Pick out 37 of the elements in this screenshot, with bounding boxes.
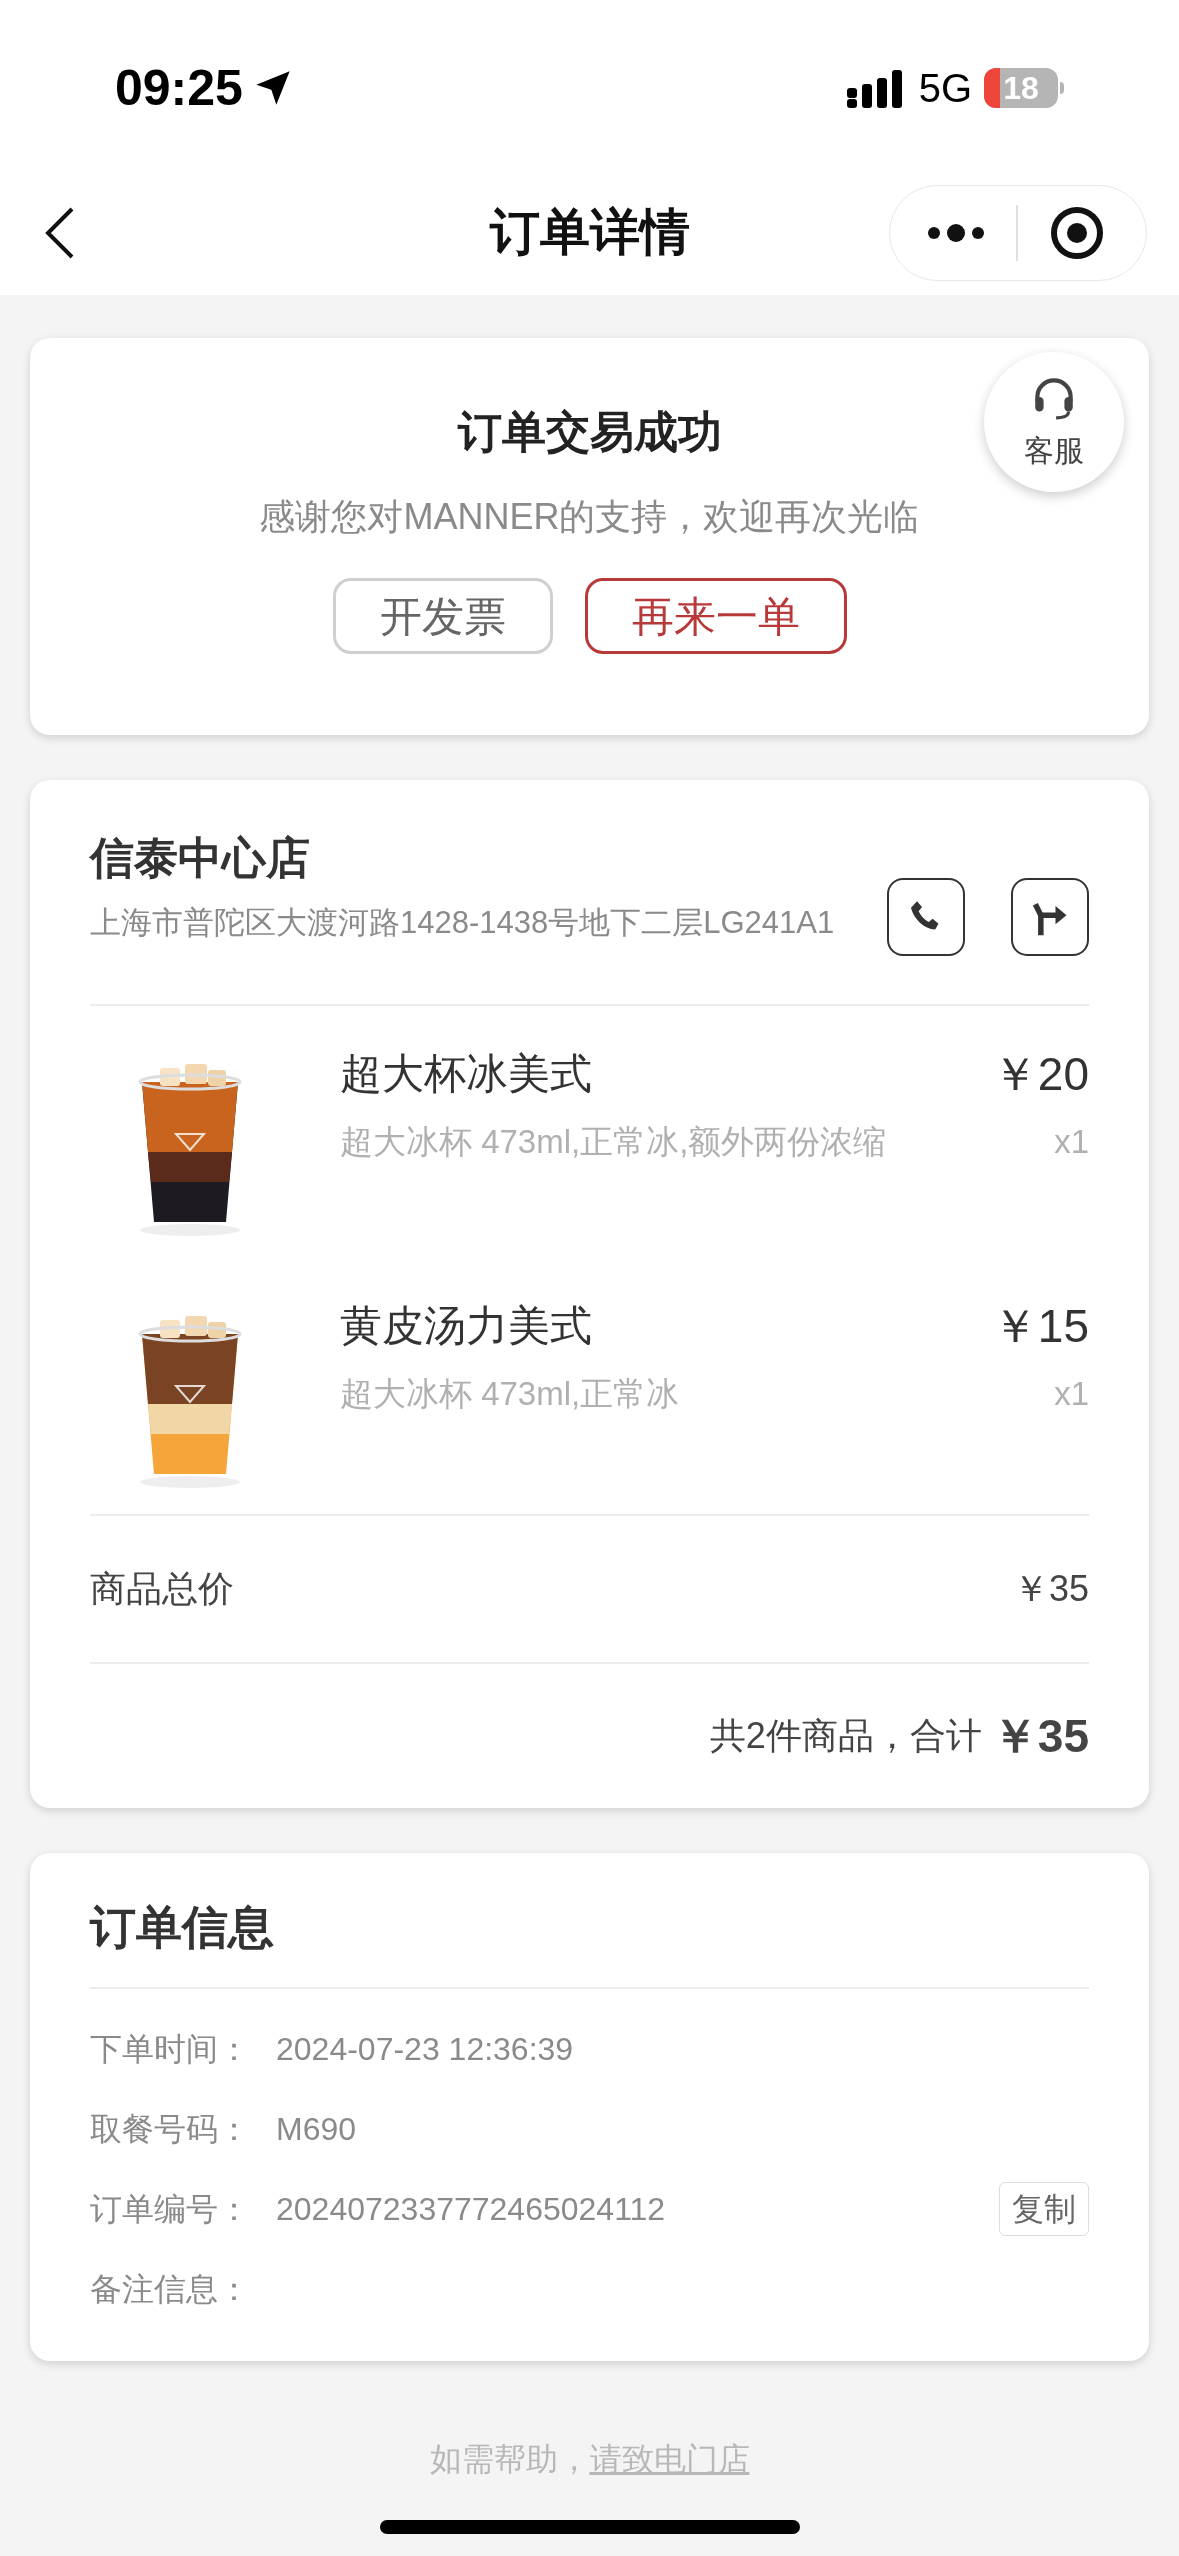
- product-options: 超大冰杯 473ml,正常冰: [340, 1372, 680, 1416]
- copy-button[interactable]: 复制: [999, 2182, 1089, 2236]
- reorder-button[interactable]: 再来一单: [584, 578, 847, 654]
- store-address: 上海市普陀区大渡河路1428-1438号地下二层LG241A1: [90, 904, 836, 942]
- product-name: 黄皮汤力美式: [340, 1301, 592, 1351]
- product-price: ￥20: [991, 1047, 1089, 1102]
- total-amount: ￥35: [991, 1708, 1089, 1764]
- field-label: 下单时间：: [90, 2030, 251, 2069]
- subtotal-amount: ￥35: [1012, 1567, 1089, 1611]
- total-label: 共2件商品，合计: [709, 1714, 982, 1758]
- field-value: 2024072337772465024112: [276, 2190, 667, 2229]
- help-text: 如需帮助，请致电门店: [429, 2440, 750, 2479]
- field-value: M690: [276, 2110, 358, 2149]
- invoice-button[interactable]: 开发票: [332, 578, 553, 654]
- navigation-button[interactable]: [1011, 878, 1089, 956]
- more-icon[interactable]: [926, 222, 986, 243]
- product-name: 超大杯冰美式: [340, 1049, 592, 1099]
- field-label: 订单编号：: [90, 2190, 251, 2229]
- close-mini-program-icon[interactable]: [1050, 205, 1104, 260]
- battery-indicator: 18: [984, 68, 1058, 108]
- thank-you-message: 感谢您对MANNER的支持，欢迎再次光临: [259, 495, 920, 539]
- phone-button[interactable]: [887, 878, 965, 956]
- status-time: 09:25: [115, 58, 243, 118]
- product-price: ￥15: [991, 1299, 1089, 1354]
- product-quantity: x1: [1054, 1374, 1089, 1414]
- store-name: 信泰中心店: [90, 832, 311, 884]
- field-label: 取餐号码：: [90, 2110, 251, 2149]
- subtotal-label: 商品总价: [90, 1567, 234, 1611]
- order-info-title: 订单信息: [90, 1901, 274, 1953]
- order-status-title: 订单交易成功: [457, 406, 722, 458]
- product-options: 超大冰杯 473ml,正常冰,额外两份浓缩: [340, 1120, 887, 1164]
- customer-service-button[interactable]: 客服: [984, 352, 1124, 492]
- page-title: 订单详情: [489, 203, 690, 262]
- network-label: 5G: [918, 65, 972, 112]
- product-quantity: x1: [1054, 1122, 1089, 1162]
- field-label: 备注信息：: [90, 2270, 251, 2309]
- field-value: 2024-07-23 12:36:39: [276, 2030, 575, 2069]
